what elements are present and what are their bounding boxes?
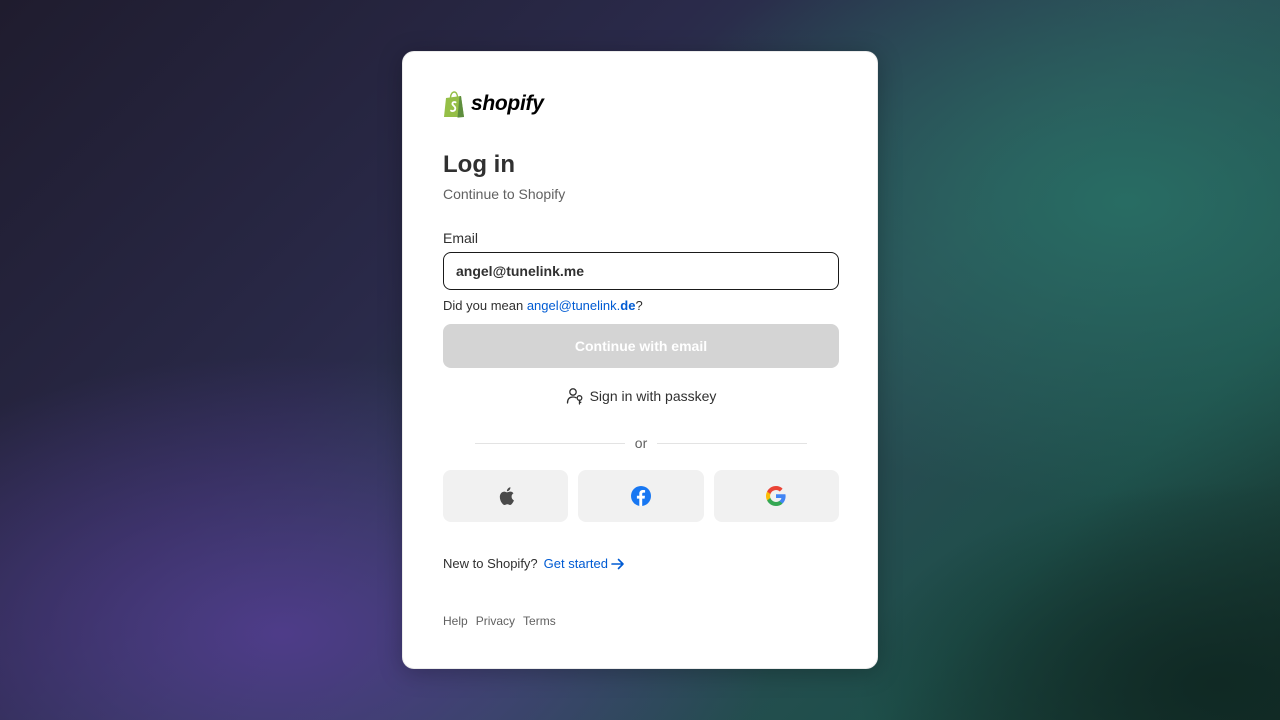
suggestion-prefix: Did you mean [443,298,527,313]
email-suggestion: Did you mean angel@tunelink.de? [443,297,643,315]
suggested-email-local: angel@tunelink. [526,298,621,313]
login-card: shopify Log in Continue to Shopify Email… [402,51,878,669]
page-title: Log in [443,151,515,178]
sign-in-with-passkey-button[interactable]: Sign in with passkey [443,384,839,408]
signup-prompt: New to Shopify? Get started [443,555,625,573]
terms-link[interactable]: Terms [523,613,556,629]
divider-line-left [475,442,625,444]
divider-text: or [634,435,648,451]
facebook-login-button[interactable] [578,470,704,522]
social-login-buttons [443,470,839,522]
email-field[interactable] [443,252,839,290]
suggested-email-link[interactable]: angel@tunelink.de [527,298,636,313]
google-icon [766,486,786,506]
footer-links: Help Privacy Terms [443,613,556,629]
apple-icon [499,487,514,506]
shopify-bag-icon [444,90,464,118]
brand-wordmark: shopify [471,92,544,115]
arrow-right-icon [611,558,624,570]
continue-with-email-button[interactable]: Continue with email [443,324,839,368]
or-divider: or [475,433,808,453]
facebook-icon [630,486,651,506]
passkey-label: Sign in with passkey [589,388,717,404]
divider-line-right [657,442,808,444]
email-label: Email [443,230,479,246]
suggested-email-domain: de [620,298,636,313]
shopify-logo: shopify [443,90,544,118]
help-link[interactable]: Help [443,613,468,629]
get-started-link[interactable]: Get started [544,555,625,573]
get-started-label: Get started [543,556,608,571]
google-login-button[interactable] [713,470,839,522]
signup-prompt-text: New to Shopify? [443,556,538,571]
page-subtitle: Continue to Shopify [443,186,566,202]
suggestion-suffix: ? [635,298,643,313]
apple-login-button[interactable] [443,470,569,522]
passkey-icon [566,388,583,405]
privacy-link[interactable]: Privacy [476,613,515,629]
